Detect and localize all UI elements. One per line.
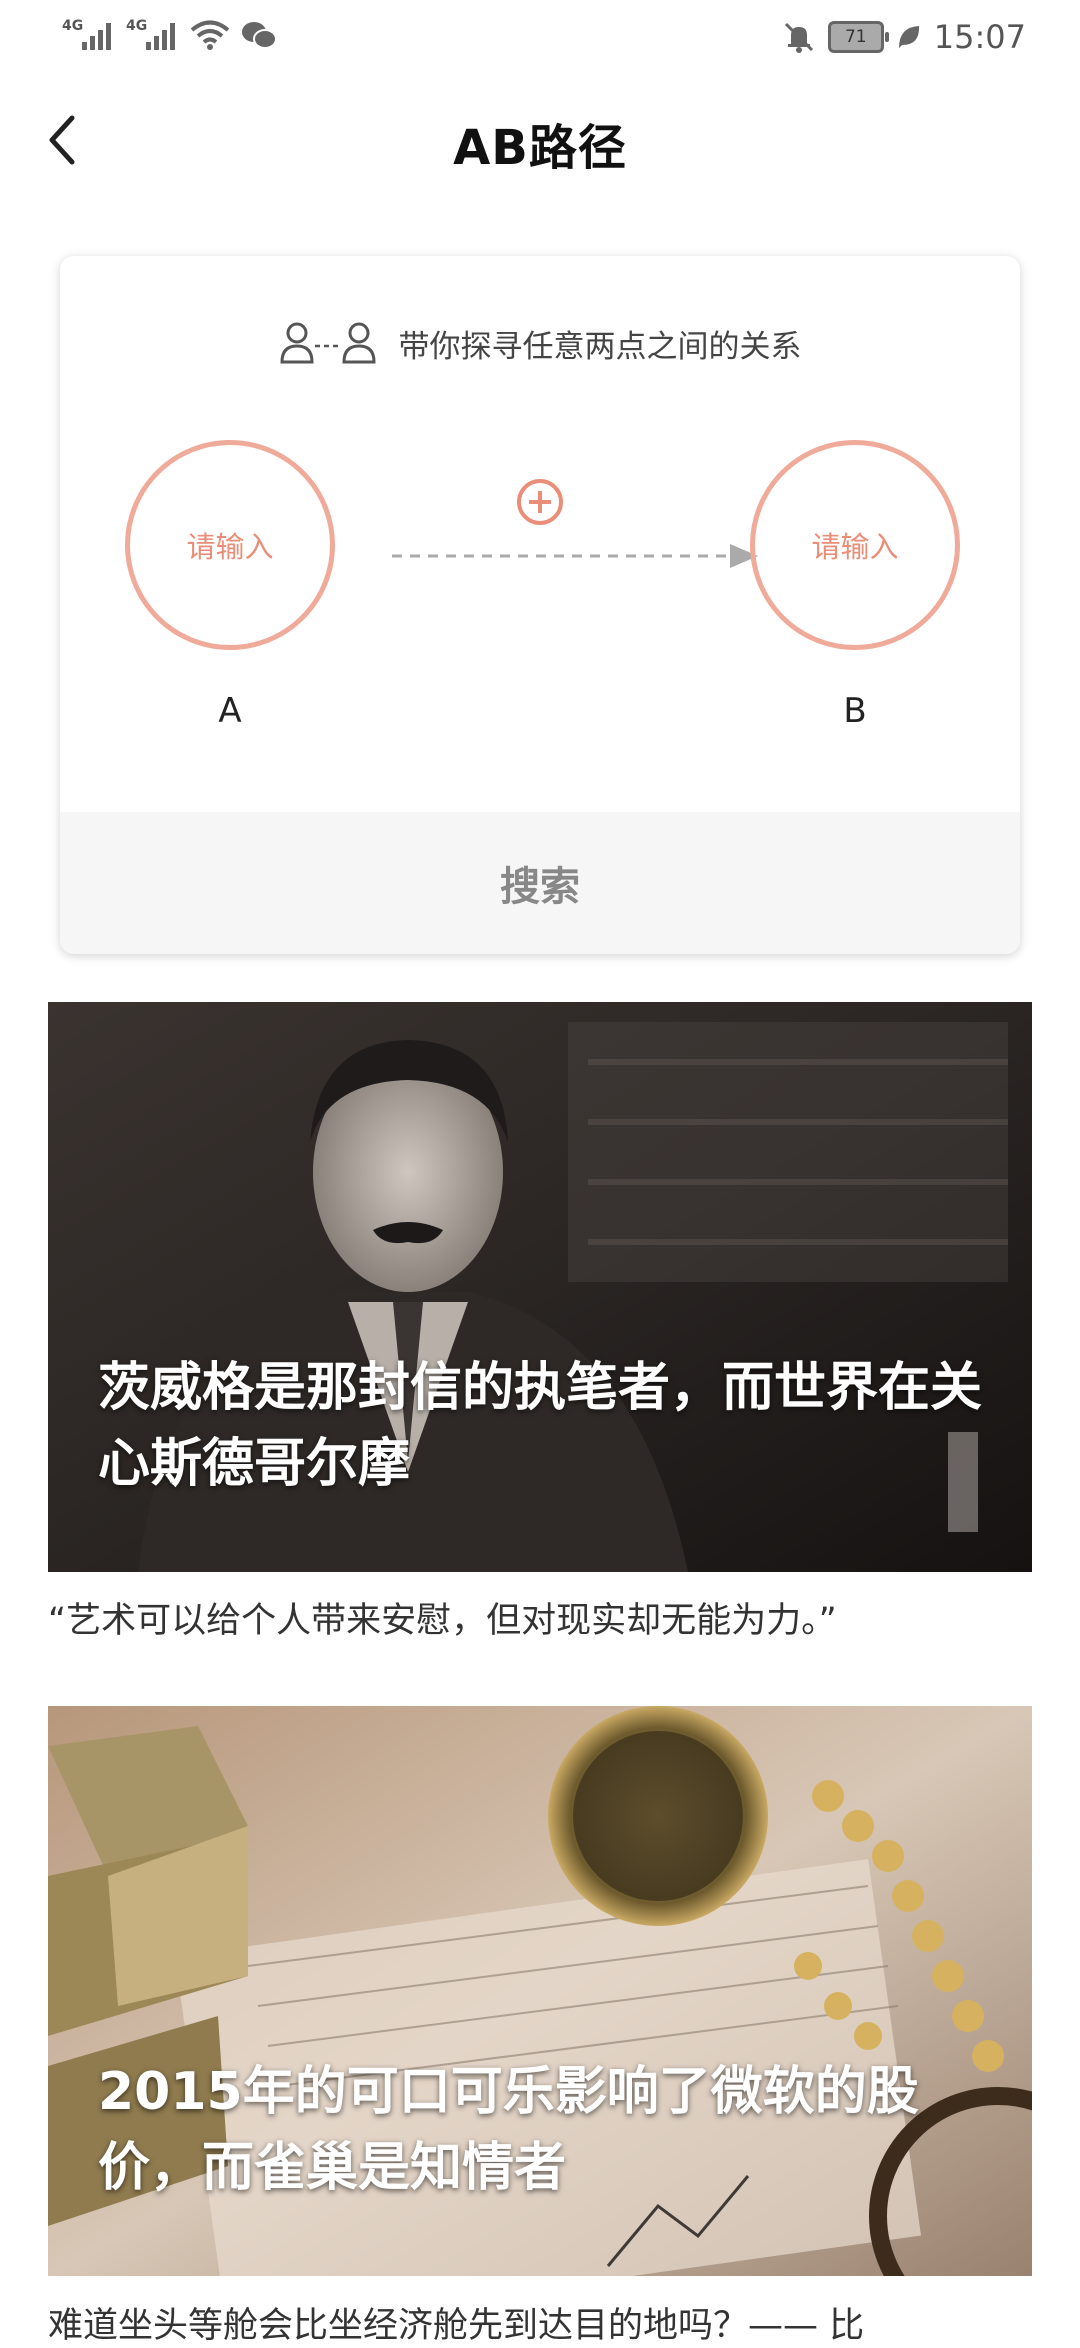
node-b-input[interactable]: 请输入 bbox=[750, 440, 960, 650]
battery-level: 71 bbox=[844, 27, 867, 47]
ab-path-card: 带你探寻任意两点之间的关系 请输入 A 请输入 B 搜索 bbox=[60, 256, 1020, 954]
node-b-placeholder: 请输入 bbox=[811, 530, 899, 564]
add-node-button[interactable] bbox=[515, 477, 565, 527]
node-a-label: A bbox=[218, 691, 242, 731]
leaf-icon bbox=[898, 26, 919, 48]
page-title: AB路径 bbox=[453, 120, 627, 176]
article-card-2[interactable]: 2015年的可口可乐影响了微软的股价，而雀巢是知情者 bbox=[48, 1706, 1032, 2276]
network-type-label: 4G bbox=[126, 18, 148, 34]
signal-icon: 4G bbox=[126, 18, 180, 52]
plus-circle-icon bbox=[517, 479, 563, 525]
article-title: 2015年的可口可乐影响了微软的股价，而雀巢是知情者 bbox=[98, 2062, 919, 2198]
node-a-input[interactable]: 请输入 bbox=[125, 440, 335, 650]
article-description: “艺术可以给个人带来安慰，但对现实却无能为力。” bbox=[48, 1601, 837, 1641]
article-description: 难道坐头等舱会比坐经济舱先到达目的地吗？—— 比 bbox=[48, 2306, 865, 2346]
node-b-label: B bbox=[843, 691, 867, 731]
status-time: 15:07 bbox=[933, 18, 1026, 56]
wifi-icon bbox=[190, 20, 230, 50]
node-a-placeholder: 请输入 bbox=[186, 530, 274, 564]
signal-icon: 4G bbox=[62, 18, 116, 52]
person-link-icon bbox=[279, 322, 376, 364]
search-button[interactable]: 搜索 bbox=[60, 812, 1020, 954]
status-bar: 4G 4G 71 15:07 bbox=[0, 0, 1080, 76]
card-subtitle-text: 带你探寻任意两点之间的关系 bbox=[398, 328, 802, 365]
mute-bell-icon bbox=[784, 22, 813, 53]
network-type-label: 4G bbox=[62, 18, 84, 34]
article-title: 茨威格是那封信的执笔者，而世界在关心斯德哥尔摩 bbox=[98, 1358, 983, 1494]
battery-icon: 71 bbox=[827, 21, 889, 53]
article-card-1[interactable]: 茨威格是那封信的执笔者，而世界在关心斯德哥尔摩 bbox=[48, 1002, 1032, 1572]
dashed-arrow-connector bbox=[392, 544, 758, 568]
app-header: AB路径 bbox=[0, 96, 1080, 186]
card-subtitle: 带你探寻任意两点之间的关系 bbox=[60, 320, 1020, 366]
wechat-icon bbox=[242, 22, 277, 49]
